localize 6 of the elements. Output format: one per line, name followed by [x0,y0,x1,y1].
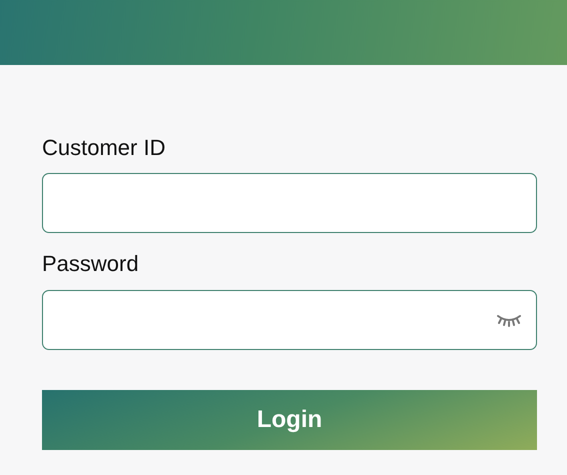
input-field[interactable] [42,173,537,234]
field-label: Password [42,251,140,278]
password-field[interactable] [42,290,537,350]
login-button[interactable]: Login [42,390,537,450]
closed-eye-icon[interactable] [496,312,522,327]
field-label: Customer ID [42,135,166,162]
